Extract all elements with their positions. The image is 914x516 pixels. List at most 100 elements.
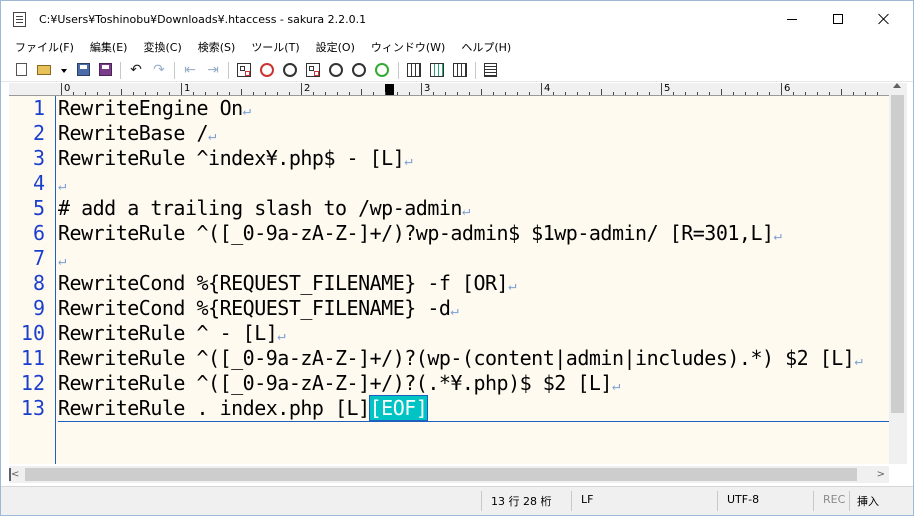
ruler-label: 1	[184, 83, 191, 94]
code-line[interactable]: RewriteBase /↵	[58, 121, 216, 149]
newline-marker: ↵	[58, 178, 66, 194]
search-next-icon[interactable]	[260, 63, 274, 77]
ruler-tick	[169, 92, 170, 95]
jump-forward-icon[interactable]: ⇥	[205, 62, 221, 78]
toolbar: ↶ ↷ ⇤ ⇥	[1, 58, 913, 82]
outline-icon[interactable]	[375, 63, 389, 77]
scroll-up-icon[interactable]	[893, 83, 901, 88]
insert-mode[interactable]: 挿入	[857, 493, 879, 509]
line-ending[interactable]: LF	[581, 493, 593, 506]
ruler-tick	[205, 92, 206, 95]
minimize-button[interactable]	[769, 1, 815, 37]
menu-edit[interactable]: 編集(E)	[82, 37, 136, 56]
menu-help[interactable]: ヘルプ(H)	[453, 37, 519, 56]
search-icon[interactable]	[237, 63, 251, 77]
redo-icon[interactable]: ↷	[151, 62, 167, 78]
code-line[interactable]: RewriteRule ^([_0-9a-zA-Z-]+/)?(.*¥.php)…	[58, 371, 620, 399]
menu-search[interactable]: 検索(S)	[190, 37, 244, 56]
ruler-tick	[517, 92, 518, 95]
code-text-area[interactable]: RewriteEngine On↵ RewriteBase /↵ RewriteRu…	[58, 96, 889, 464]
code-line[interactable]: ↵	[58, 246, 66, 274]
status-divider	[571, 491, 572, 511]
ruler-tick	[193, 92, 194, 95]
menu-bar: ファイル(F) 編集(E) 変換(C) 検索(S) ツール(T) 設定(O) ウ…	[1, 37, 913, 56]
code-line[interactable]: RewriteRule ^([_0-9a-zA-Z-]+/)?wp-admin$…	[58, 221, 782, 249]
newline-marker: ↵	[277, 328, 286, 344]
menu-file[interactable]: ファイル(F)	[7, 37, 82, 56]
encoding[interactable]: UTF-8	[727, 493, 759, 506]
ruler-tick	[757, 92, 758, 95]
code-line[interactable]: RewriteCond %{REQUEST_FILENAME} -d↵	[58, 296, 459, 324]
ruler-tick	[805, 92, 806, 95]
code-line[interactable]: # add a trailing slash to /wp-admin↵	[58, 196, 470, 224]
code-line[interactable]: RewriteCond %{REQUEST_FILENAME} -f [OR]↵	[58, 271, 517, 299]
code-text: RewriteRule ^([_0-9a-zA-Z-]+/)?wp-admin$…	[58, 221, 774, 245]
maximize-button[interactable]	[815, 1, 861, 37]
code-line[interactable]: RewriteRule ^([_0-9a-zA-Z-]+/)?(wp-(cont…	[58, 346, 863, 374]
chevron-down-icon[interactable]	[61, 69, 67, 73]
grep-icon[interactable]	[329, 63, 343, 77]
menu-window[interactable]: ウィンドウ(W)	[363, 37, 453, 56]
ruler-tick	[589, 92, 590, 95]
scroll-right-icon[interactable]: >	[877, 469, 885, 480]
toolbar-separator	[174, 62, 175, 79]
menu-tools[interactable]: ツール(T)	[243, 37, 307, 56]
ruler-tick	[505, 92, 506, 95]
line-number: 9	[32, 296, 45, 320]
search-prev-icon[interactable]	[283, 63, 297, 77]
undo-icon[interactable]: ↶	[128, 62, 144, 78]
rec-indicator: REC	[823, 493, 846, 506]
ruler-tick	[829, 92, 830, 95]
menu-convert[interactable]: 変換(C)	[135, 37, 189, 56]
editor-area[interactable]: 1 2 3 4 5 6 7 8 9 10 11 12 13 RewriteEngine On↵ Rewri…	[9, 96, 889, 464]
line-number: 2	[32, 121, 45, 145]
ruler-tick	[385, 92, 386, 95]
ruler-tick	[697, 92, 698, 95]
vertical-scroll-thumb[interactable]	[891, 95, 904, 413]
ruler-tick	[877, 92, 878, 95]
jump-back-icon[interactable]: ⇤	[182, 62, 198, 78]
code-line[interactable]: RewriteEngine On↵	[58, 96, 251, 124]
ruler[interactable]: 0 1 2 3 4 5 6	[9, 83, 889, 96]
ruler-label: 0	[64, 83, 71, 94]
save-icon[interactable]	[77, 63, 90, 76]
ruler-tick	[133, 92, 134, 95]
code-line[interactable]: RewriteRule ^ - [L]↵	[58, 321, 286, 349]
ruler-tick	[649, 92, 650, 95]
close-button[interactable]	[861, 1, 907, 37]
scroll-left-icon[interactable]: <	[11, 469, 19, 480]
line-number: 6	[32, 221, 45, 245]
ruler-label: 5	[664, 83, 671, 94]
ruler-tick	[361, 89, 362, 95]
line-number: 5	[32, 196, 45, 220]
ruler-tick	[637, 92, 638, 95]
font-icon[interactable]	[453, 63, 467, 77]
cursor-position: 13 行 28 桁	[491, 495, 552, 508]
code-line[interactable]: ↵	[58, 171, 66, 199]
settings-icon[interactable]	[407, 63, 421, 77]
menu-settings[interactable]: 設定(O)	[308, 37, 363, 56]
ruler-tick	[721, 89, 722, 95]
ruler-tick	[241, 89, 242, 95]
ruler-tick	[781, 83, 782, 95]
eof-marker: [EOF]	[368, 395, 429, 421]
horizontal-scrollbar[interactable]: < >	[9, 466, 889, 483]
notepad-icon	[13, 12, 26, 27]
code-line[interactable]: RewriteRule . index.php [L][EOF]	[58, 395, 429, 421]
save-all-icon[interactable]	[99, 63, 112, 76]
horizontal-scroll-thumb[interactable]	[25, 468, 857, 481]
ruler-cursor-marker	[385, 84, 394, 95]
type-settings-icon[interactable]	[430, 63, 444, 77]
open-file-icon[interactable]	[37, 65, 51, 75]
vertical-scrollbar[interactable]	[889, 83, 907, 464]
compare-icon[interactable]	[352, 63, 366, 77]
ruler-tick	[181, 83, 182, 95]
ruler-tick	[673, 92, 674, 95]
code-line[interactable]: RewriteRule ^index¥.php$ - [L]↵	[58, 146, 413, 174]
window-list-icon[interactable]	[484, 63, 497, 77]
ruler-label: 4	[544, 83, 551, 94]
new-file-icon[interactable]	[16, 63, 27, 76]
line-number: 13	[20, 396, 45, 420]
ruler-tick	[409, 92, 410, 95]
replace-icon[interactable]	[306, 63, 320, 77]
